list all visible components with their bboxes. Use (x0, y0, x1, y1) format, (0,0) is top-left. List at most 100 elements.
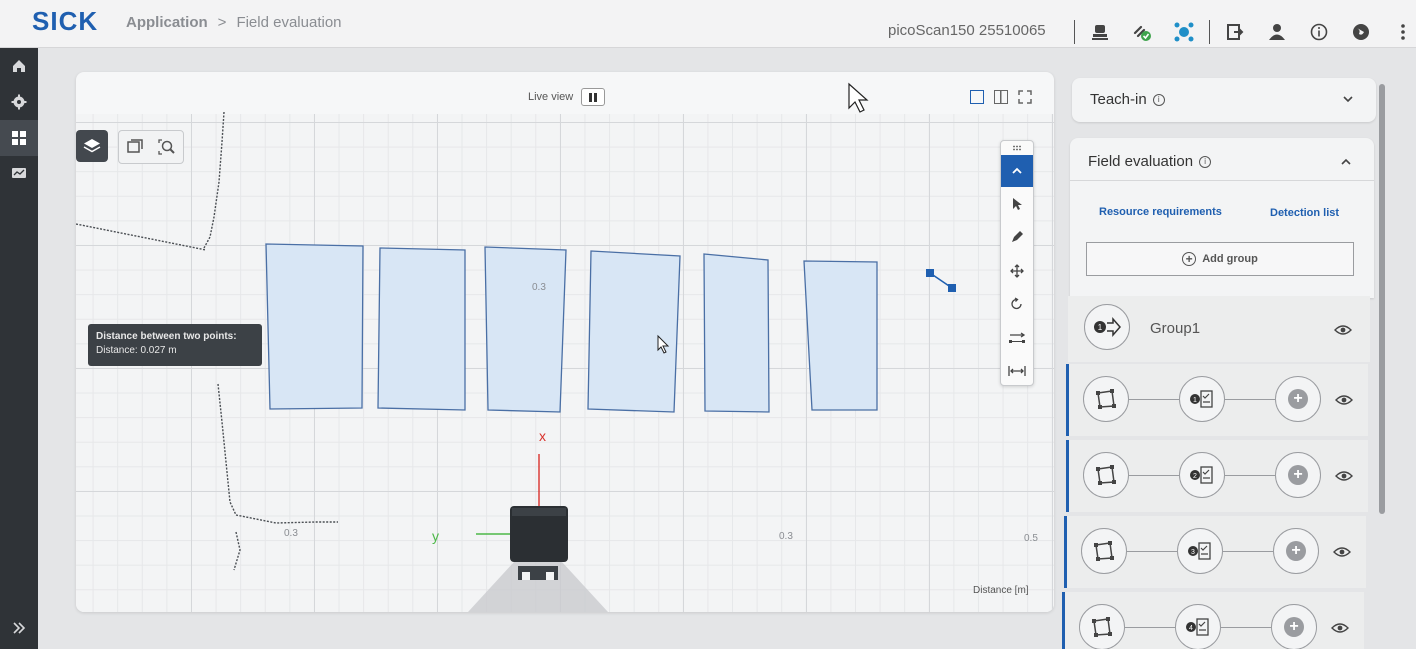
add-field-button[interactable]: + (1275, 452, 1321, 498)
visibility-eye-icon[interactable] (1335, 470, 1353, 482)
expand-sidebar-icon[interactable] (0, 613, 38, 643)
drawing-toolbar (1000, 140, 1034, 386)
connector-line (1225, 475, 1275, 476)
left-sidebar (0, 48, 38, 649)
add-field-button[interactable]: + (1271, 604, 1317, 649)
field-5 (703, 253, 770, 413)
settings-icon[interactable] (0, 84, 38, 120)
plus-icon: + (1288, 389, 1308, 409)
field-1 (265, 243, 364, 410)
header-toolbar (1074, 20, 1416, 44)
breadcrumb-current: Field evaluation (236, 14, 342, 31)
teach-in-card[interactable]: Teach-in i (1072, 78, 1376, 122)
connector-line (1223, 551, 1273, 552)
user-icon[interactable] (1266, 21, 1288, 43)
measure-width-icon[interactable] (1001, 355, 1033, 389)
group-output-icon[interactable]: 1 (1084, 304, 1130, 350)
tooltip-title: Distance between two points: (96, 331, 237, 342)
field-evaluation-icon[interactable]: 1 (1179, 376, 1225, 422)
svg-text:1: 1 (1098, 323, 1103, 332)
field-row-2[interactable]: 2 + (1066, 440, 1368, 512)
field-row-1[interactable]: 1 + (1066, 364, 1368, 436)
field-badge: 4 (1189, 625, 1193, 632)
move-icon[interactable] (1001, 254, 1033, 288)
home-icon[interactable] (0, 48, 38, 84)
connector-line (1129, 399, 1179, 400)
group-row[interactable]: 1 Group1 (1068, 296, 1370, 362)
header-divider (1074, 20, 1075, 44)
chevron-up-icon[interactable] (1340, 158, 1352, 166)
field-evaluation-label: Field evaluation (1088, 153, 1194, 170)
select-pointer-icon[interactable] (1001, 187, 1033, 221)
add-group-label: Add group (1202, 253, 1258, 265)
header-divider-2 (1209, 20, 1210, 44)
field-badge: 1 (1193, 397, 1197, 404)
add-field-button[interactable]: + (1273, 528, 1319, 574)
device-name: picoScan150 25510065 (888, 22, 1046, 39)
tick-label-center: 0.3 (532, 282, 546, 293)
plus-icon: + (1288, 465, 1308, 485)
draw-pen-icon[interactable] (1001, 221, 1033, 255)
export-icon[interactable] (1224, 21, 1246, 43)
chevron-down-icon[interactable] (1342, 95, 1354, 103)
polygon-field-icon[interactable] (1079, 604, 1125, 649)
tick-label-far-right: 0.5 (1024, 533, 1038, 544)
field-evaluation-icon[interactable]: 3 (1177, 528, 1223, 574)
field-shapes (265, 243, 878, 413)
field-4 (587, 250, 681, 413)
visibility-eye-icon[interactable] (1335, 394, 1353, 406)
tab-resource-requirements[interactable]: Resource requirements (1099, 206, 1222, 218)
cursor-arrow-icon (848, 82, 869, 113)
x-axis-label: x (539, 428, 546, 444)
connection-status-icon[interactable] (1131, 21, 1153, 43)
monitor-icon[interactable] (0, 156, 38, 192)
polygon-field-icon[interactable] (1081, 528, 1127, 574)
group-name: Group1 (1150, 320, 1201, 337)
panel-scrollbar[interactable] (1379, 84, 1385, 514)
tooltip-value: Distance: 0.027 m (96, 345, 177, 356)
polygon-field-icon[interactable] (1083, 376, 1129, 422)
field-badge: 3 (1191, 549, 1195, 556)
y-axis-label: y (432, 528, 439, 544)
collapse-toolbar-icon[interactable] (1001, 155, 1033, 187)
distance-unit-label: Distance [m] (973, 585, 1029, 596)
info-icon[interactable]: i (1199, 155, 1212, 168)
more-menu-icon[interactable] (1392, 21, 1414, 43)
field-evaluation-icon[interactable]: 4 (1175, 604, 1221, 649)
rotate-icon[interactable] (1001, 288, 1033, 322)
field-2 (377, 247, 466, 411)
visibility-eye-icon[interactable] (1333, 546, 1351, 558)
visibility-eye-icon[interactable] (1331, 622, 1349, 634)
field-6 (803, 260, 878, 411)
network-icon[interactable] (1173, 21, 1195, 43)
tab-detection-list[interactable]: Detection list (1270, 207, 1339, 219)
add-group-button[interactable]: + Add group (1086, 242, 1354, 276)
field-3 (484, 246, 567, 413)
teach-in-title: Teach-in i (1090, 91, 1165, 108)
visibility-eye-icon[interactable] (1334, 324, 1352, 336)
field-canvas-card: Live view x y 0.3 0.3 0.3 0.5 Distance [… (76, 72, 1054, 612)
field-row-4[interactable]: 4 + (1062, 592, 1364, 649)
breadcrumb-application[interactable]: Application (126, 14, 208, 31)
tick-label-left: 0.3 (284, 528, 298, 539)
connector-line (1129, 475, 1179, 476)
connector-line (1225, 399, 1275, 400)
info-icon[interactable] (1308, 21, 1330, 43)
polygon-field-icon[interactable] (1083, 452, 1129, 498)
field-evaluation-title: Field evaluation i (1088, 153, 1212, 170)
drag-handle-icon[interactable] (1001, 141, 1033, 155)
measure-distance-icon[interactable] (1001, 321, 1033, 355)
field-row-3[interactable]: 3 + (1064, 516, 1366, 588)
connector-line (1125, 627, 1175, 628)
plus-icon: + (1286, 541, 1306, 561)
field-evaluation-icon[interactable]: 2 (1179, 452, 1225, 498)
dashboard-icon[interactable] (0, 120, 38, 156)
distance-tooltip: Distance between two points: Distance: 0… (88, 324, 262, 366)
device-icon[interactable] (1089, 21, 1111, 43)
info-icon[interactable]: i (1152, 93, 1165, 106)
connector-line (1221, 627, 1271, 628)
language-icon[interactable] (1350, 21, 1372, 43)
tick-label-right: 0.3 (779, 531, 793, 542)
add-field-button[interactable]: + (1275, 376, 1321, 422)
sick-logo[interactable]: SICK (32, 6, 98, 37)
